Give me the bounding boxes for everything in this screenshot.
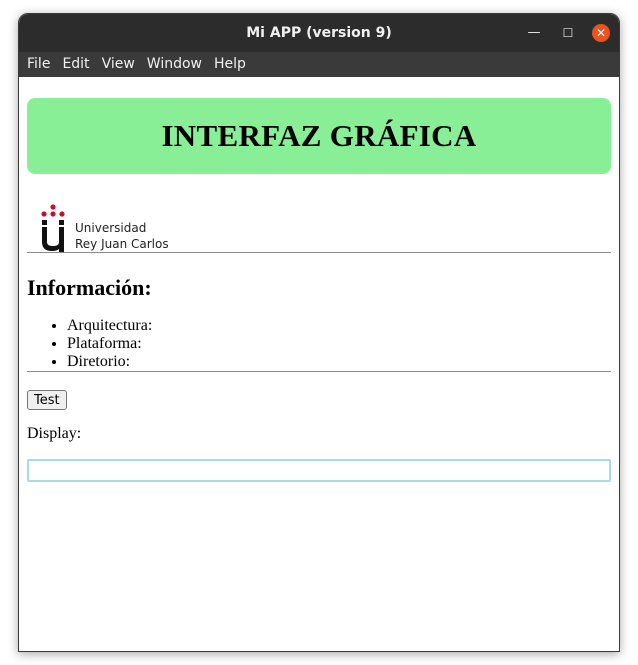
list-item-arquitectura: Arquitectura: bbox=[67, 317, 611, 335]
page-title: INTERFAZ GRÁFICA bbox=[161, 118, 477, 153]
logo-text: Universidad Rey Juan Carlos bbox=[75, 220, 169, 252]
menu-edit[interactable]: Edit bbox=[56, 52, 95, 77]
close-icon[interactable]: ✕ bbox=[592, 24, 610, 42]
display-label: Display: bbox=[27, 425, 82, 442]
university-logo: Universidad Rey Juan Carlos bbox=[40, 204, 611, 252]
info-heading: Información: bbox=[27, 275, 152, 300]
list-item-diretorio: Diretorio: bbox=[67, 353, 611, 371]
list-item-plataforma: Plataforma: bbox=[67, 335, 611, 353]
display-input[interactable] bbox=[27, 459, 611, 482]
app-window: Mi APP (version 9) — ☐ ✕ File Edit View … bbox=[18, 13, 620, 652]
title-bar[interactable]: Mi APP (version 9) — ☐ ✕ bbox=[19, 14, 619, 52]
info-list: Arquitectura: Plataforma: Diretorio: bbox=[27, 317, 611, 371]
maximize-icon[interactable]: ☐ bbox=[559, 24, 577, 42]
minimize-icon[interactable]: — bbox=[525, 24, 543, 42]
menu-view[interactable]: View bbox=[96, 52, 141, 77]
divider bbox=[27, 371, 611, 372]
menu-help[interactable]: Help bbox=[208, 52, 252, 77]
menu-window[interactable]: Window bbox=[141, 52, 208, 77]
urjc-logo-icon bbox=[41, 204, 65, 252]
main-content: INTERFAZ GRÁFICA Universidad Rey Juan Ca… bbox=[19, 77, 619, 651]
header-banner: INTERFAZ GRÁFICA bbox=[27, 98, 611, 174]
menu-file[interactable]: File bbox=[21, 52, 56, 77]
logo-line-2: Rey Juan Carlos bbox=[75, 237, 169, 251]
menu-bar: File Edit View Window Help bbox=[19, 52, 619, 77]
logo-line-1: Universidad bbox=[75, 221, 147, 235]
test-button[interactable]: Test bbox=[27, 390, 67, 410]
divider bbox=[27, 252, 611, 253]
